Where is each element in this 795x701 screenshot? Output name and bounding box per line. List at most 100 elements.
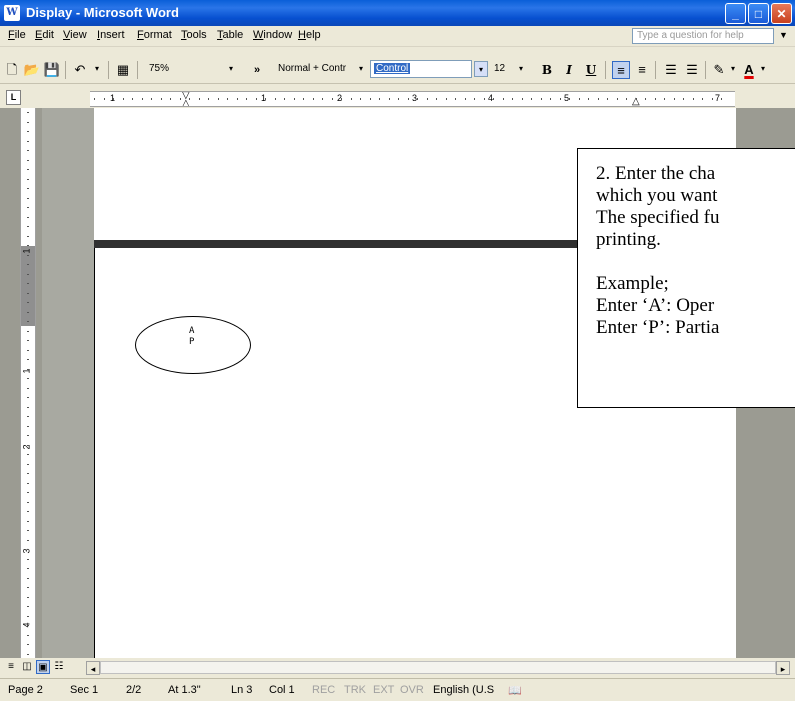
menu-insert[interactable]: Insert (97, 29, 125, 41)
ruler-tick (27, 378, 29, 379)
callout-line: which you want (596, 185, 718, 206)
ruler-tick (27, 122, 29, 123)
numbering-icon[interactable]: ☰ (662, 61, 680, 79)
ruler-tick (27, 331, 29, 332)
status-pages[interactable]: 2/2 (126, 684, 141, 696)
ruler-tick (27, 312, 29, 313)
ruler-tick (408, 98, 409, 100)
status-section[interactable]: Sec 1 (70, 684, 98, 696)
status-rec[interactable]: REC (312, 684, 335, 696)
menu-tools[interactable]: Tools (181, 29, 207, 41)
style-dropdown-icon[interactable]: ▾ (354, 61, 368, 77)
save-icon[interactable]: 💾 (43, 61, 61, 79)
ruler-tick (27, 131, 29, 132)
status-position[interactable]: At 1.3" (168, 684, 201, 696)
ruler-tick (503, 98, 504, 100)
outline-view-icon[interactable]: ☷ (52, 660, 66, 674)
menu-window[interactable]: Window (253, 29, 292, 41)
vertical-ruler[interactable]: 1 1 2 3 4 (20, 108, 36, 658)
bold-button[interactable]: B (538, 61, 556, 79)
ruler-tick (27, 511, 29, 512)
align-center-icon[interactable]: ≡ (633, 61, 651, 79)
normal-view-icon[interactable]: ≡ (4, 660, 18, 674)
status-ovr[interactable]: OVR (400, 684, 424, 696)
new-document-icon[interactable]: 🗋 (3, 61, 21, 79)
undo-icon[interactable]: ↶ (71, 61, 89, 79)
highlight-dropdown-icon[interactable]: ▾ (726, 61, 740, 77)
ruler-tick (27, 141, 29, 142)
toolbar-separator (705, 61, 706, 79)
ruler-number: 7 (715, 93, 721, 103)
ruler-tick (27, 435, 29, 436)
scroll-right-icon[interactable]: ▸ (776, 661, 790, 675)
menu-help[interactable]: Help (298, 29, 321, 41)
ruler-tick (27, 606, 29, 607)
status-column[interactable]: Col 1 (269, 684, 295, 696)
word-icon[interactable]: W (4, 5, 20, 21)
status-trk[interactable]: TRK (344, 684, 366, 696)
ruler-tick (655, 98, 656, 100)
underline-button[interactable]: U (582, 61, 600, 79)
ruler-tick (598, 98, 599, 100)
zoom-dropdown-icon[interactable]: ▾ (224, 61, 238, 77)
ruler-tick (626, 98, 627, 100)
status-language[interactable]: English (U.S (433, 684, 494, 696)
spelling-check-icon[interactable]: 📖 (508, 684, 522, 697)
ruler-tick (27, 112, 29, 113)
callout-line: Enter ‘A’: Oper (596, 295, 715, 316)
undo-dropdown-icon[interactable]: ▾ (90, 61, 104, 77)
italic-button[interactable]: I (560, 61, 578, 79)
ruler-tick (27, 207, 29, 208)
ruler-tick (27, 502, 29, 503)
ruler-tick (531, 98, 532, 100)
font-size-select[interactable]: 12 (490, 60, 516, 78)
font-dropdown-icon[interactable]: ▾ (474, 61, 488, 77)
bullets-icon[interactable]: ☰ (683, 61, 701, 79)
title-bar[interactable]: W Display - Microsoft Word _ □ ✕ (0, 0, 795, 26)
ruler-tick (27, 445, 29, 446)
menu-edit[interactable]: Edit (35, 29, 54, 41)
close-button[interactable]: ✕ (771, 3, 792, 24)
menu-file[interactable]: File (8, 29, 26, 41)
ruler-tick (588, 98, 589, 100)
ruler-tick (142, 98, 143, 100)
print-layout-view-icon[interactable]: ▣ (36, 660, 50, 674)
ruler-tick (303, 98, 304, 100)
style-select[interactable]: Normal + Contr (274, 60, 358, 78)
tab-selector-button[interactable]: L (6, 90, 21, 105)
scroll-left-icon[interactable]: ◂ (86, 661, 100, 675)
zoom-select[interactable]: 75% (145, 60, 220, 78)
open-folder-icon[interactable]: 📂 (23, 61, 41, 79)
ruler-tick (256, 98, 257, 100)
ruler-tick (27, 340, 29, 341)
ruler-tick (645, 98, 646, 100)
status-ext[interactable]: EXT (373, 684, 394, 696)
web-view-icon[interactable]: ◫ (20, 660, 34, 674)
ruler-tick (721, 98, 722, 100)
ruler-tick (151, 98, 152, 100)
menu-format[interactable]: Format (137, 29, 172, 41)
ruler-tick (94, 98, 95, 100)
horizontal-scrollbar[interactable] (100, 661, 776, 674)
font-color-dropdown-icon[interactable]: ▾ (756, 61, 770, 77)
horizontal-ruler[interactable]: 1 1 2 3 4 5 7 ▽△ △ (90, 91, 735, 107)
minimize-button[interactable]: _ (725, 3, 746, 24)
ruler-tick (27, 179, 29, 180)
table-icon[interactable]: ▦ (114, 61, 132, 79)
maximize-button[interactable]: □ (748, 3, 769, 24)
status-line[interactable]: Ln 3 (231, 684, 252, 696)
chevron-down-icon[interactable]: ▼ (779, 30, 788, 40)
ruler-tick (27, 226, 29, 227)
status-page[interactable]: Page 2 (8, 684, 43, 696)
help-search-input[interactable]: Type a question for help (632, 28, 774, 44)
ellipse-shape[interactable]: A P (135, 316, 251, 374)
font-select[interactable]: Control (370, 60, 472, 78)
font-size-dropdown-icon[interactable]: ▾ (514, 61, 528, 77)
more-buttons-icon[interactable]: » (248, 61, 266, 79)
ruler-tick (170, 98, 171, 100)
ruler-tick (27, 274, 29, 275)
menu-table[interactable]: Table (217, 29, 243, 41)
ruler-tick (569, 98, 570, 100)
align-left-icon[interactable]: ≡ (612, 61, 630, 79)
menu-view[interactable]: View (63, 29, 87, 41)
